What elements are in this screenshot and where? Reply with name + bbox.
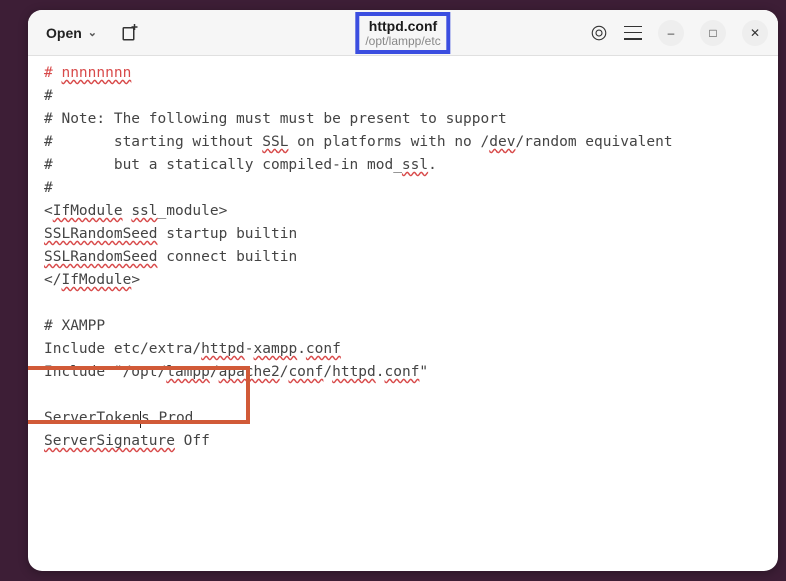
hamburger-menu-icon[interactable] — [624, 26, 642, 40]
text-editor[interactable]: # nnnnnnnn # # Note: The following must … — [28, 56, 778, 571]
open-label: Open — [46, 25, 82, 41]
truncated-line: # nnnnnnnn — [44, 65, 131, 81]
code-line: SSLRandomSeed connect builtin — [44, 249, 297, 265]
header-right: – □ ✕ — [590, 20, 768, 46]
header-bar: Open ⌄ httpd.conf /opt/lampp/etc – □ ✕ — [28, 10, 778, 56]
new-tab-icon[interactable] — [121, 24, 139, 42]
code-line: # but a statically compiled-in mod_ssl. — [44, 157, 437, 173]
code-line: </IfModule> — [44, 272, 140, 288]
title-area: httpd.conf /opt/lampp/etc — [355, 16, 450, 50]
code-line: # XAMPP — [44, 318, 105, 334]
code-line: SSLRandomSeed startup builtin — [44, 226, 297, 242]
code-line: ServerTokens Prod — [44, 410, 193, 426]
code-line: Include etc/extra/httpd-xampp.conf — [44, 341, 341, 357]
code-line: # Note: The following must must be prese… — [44, 111, 507, 127]
minimize-button[interactable]: – — [658, 20, 684, 46]
code-line: # — [44, 180, 53, 196]
open-button[interactable]: Open ⌄ — [38, 19, 105, 47]
code-line: <IfModule ssl_module> — [44, 203, 227, 219]
file-path: /opt/lampp/etc — [365, 34, 440, 48]
close-button[interactable]: ✕ — [742, 20, 768, 46]
maximize-button[interactable]: □ — [700, 20, 726, 46]
code-line: # — [44, 88, 53, 104]
file-name: httpd.conf — [365, 18, 440, 34]
code-line: Include "/opt/lampp/apache2/conf/httpd.c… — [44, 364, 428, 380]
editor-window: Open ⌄ httpd.conf /opt/lampp/etc – □ ✕ — [28, 10, 778, 571]
settings-circle-icon[interactable] — [590, 24, 608, 42]
chevron-down-icon: ⌄ — [88, 26, 97, 39]
code-line: ServerSignature Off — [44, 433, 210, 449]
code-line: # starting without SSL on platforms with… — [44, 134, 673, 150]
